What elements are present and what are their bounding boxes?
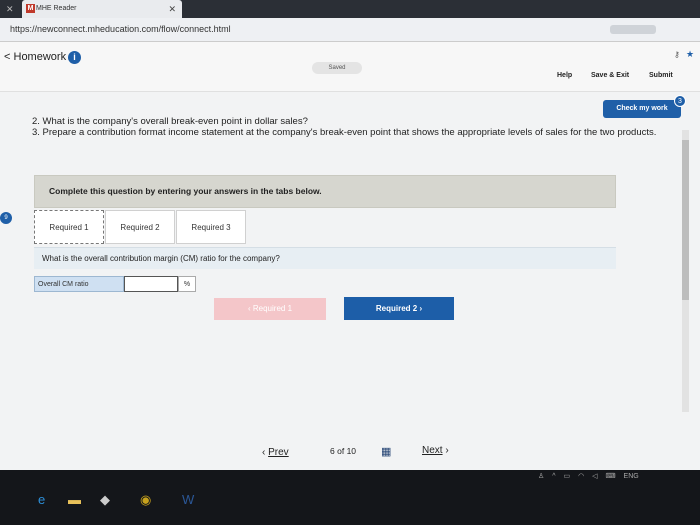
keyboard-icon[interactable]: ⌨ xyxy=(605,473,615,480)
close-window-icon[interactable]: ✕ xyxy=(6,0,14,18)
chevron-up-icon[interactable]: ^ xyxy=(552,473,555,480)
homework-title: < Homework xyxy=(4,51,66,63)
chrome-icon[interactable]: ◉ xyxy=(140,492,151,508)
cm-ratio-input[interactable] xyxy=(124,276,178,292)
system-tray: ♙ ^ ▭ ◠ ◁ ⌨ ENG xyxy=(538,472,645,480)
windows-taskbar: ♙ ^ ▭ ◠ ◁ ⌨ ENG e ▬ ◆ ◉ W xyxy=(0,470,700,525)
question-pager: 6 of 10 xyxy=(330,446,356,456)
chevron-right-icon: › xyxy=(419,304,423,313)
prompt-text: What is the overall contribution margin … xyxy=(42,254,280,263)
tab-required-3[interactable]: Required 3 xyxy=(176,210,246,244)
extension-icon[interactable] xyxy=(610,25,656,34)
next-required-button[interactable]: Required 2 › xyxy=(344,297,454,320)
store-icon[interactable]: ◆ xyxy=(100,492,110,508)
side-number-badge: 9 xyxy=(0,212,12,224)
pager-current: 6 xyxy=(330,446,335,456)
help-button[interactable]: Help xyxy=(557,72,572,79)
prev-required-button: ‹ Required 1 xyxy=(214,298,326,320)
browser-tab-bar: ✕ M MHE Reader ✕ xyxy=(0,0,700,18)
content-scrollbar[interactable] xyxy=(682,130,689,412)
word-icon[interactable]: W xyxy=(182,492,194,507)
question-text: 2. What is the company's overall break-e… xyxy=(32,116,672,138)
key-icon[interactable]: ⚷ xyxy=(674,50,680,59)
back-arrow-icon[interactable]: < xyxy=(4,51,10,63)
app-header: < Homework i Saved ⚷ ★ Help Save & Exit … xyxy=(0,42,700,92)
next-label: Next xyxy=(422,445,443,456)
file-explorer-icon[interactable]: ▬ xyxy=(68,492,81,507)
grid-icon[interactable]: ▦ xyxy=(381,445,391,458)
question-line-2: 2. What is the company's overall break-e… xyxy=(32,116,308,127)
url-text[interactable]: https://newconnect.mheducation.com/flow/… xyxy=(10,24,231,34)
prev-question-link[interactable]: ‹ Prev xyxy=(262,447,289,458)
language-indicator[interactable]: ENG xyxy=(624,473,639,480)
address-bar[interactable]: https://newconnect.mheducation.com/flow/… xyxy=(0,18,700,42)
question-line-3: 3. Prepare a contribution format income … xyxy=(32,127,657,138)
saved-status-badge: Saved xyxy=(312,62,362,74)
info-icon[interactable]: i xyxy=(68,51,81,64)
check-attempts-badge: 3 xyxy=(674,95,686,107)
tab-title: MHE Reader xyxy=(36,5,77,12)
scrollbar-thumb[interactable] xyxy=(682,140,689,300)
instruction-text: Complete this question by entering your … xyxy=(49,186,322,196)
prompt-bar: What is the overall contribution margin … xyxy=(34,247,616,269)
prev-label: Prev xyxy=(268,447,289,458)
tab-close-icon[interactable]: ✕ xyxy=(168,0,176,18)
browser-tab[interactable]: M MHE Reader ✕ xyxy=(22,0,182,18)
homework-title-text: Homework xyxy=(13,51,67,63)
prev-required-label: Required 1 xyxy=(252,304,293,313)
next-question-link[interactable]: Next › xyxy=(422,445,449,456)
instruction-box: Complete this question by entering your … xyxy=(34,175,616,208)
page-footer: ‹ Prev 6 of 10 ▦ Next › xyxy=(0,437,700,470)
cm-ratio-label: Overall CM ratio xyxy=(34,276,124,292)
edge-icon[interactable]: e xyxy=(38,492,45,507)
submit-button[interactable]: Submit xyxy=(649,72,673,79)
pager-of: of xyxy=(337,446,345,456)
battery-icon[interactable]: ▭ xyxy=(563,473,570,480)
next-required-label: Required 2 xyxy=(375,304,418,313)
save-exit-button[interactable]: Save & Exit xyxy=(591,72,629,79)
star-icon[interactable]: ★ xyxy=(686,49,694,60)
mhe-favicon-icon: M xyxy=(26,4,35,13)
app-content: < Homework i Saved ⚷ ★ Help Save & Exit … xyxy=(0,42,700,470)
volume-icon[interactable]: ◁ xyxy=(592,473,597,480)
chevron-right-icon: › xyxy=(445,445,449,456)
tab-required-1[interactable]: Required 1 xyxy=(34,210,104,244)
tab-required-2[interactable]: Required 2 xyxy=(105,210,175,244)
wifi-icon[interactable]: ◠ xyxy=(578,473,584,480)
percent-unit: % xyxy=(178,276,196,292)
pager-total: 10 xyxy=(346,446,357,456)
people-icon[interactable]: ♙ xyxy=(538,473,544,480)
